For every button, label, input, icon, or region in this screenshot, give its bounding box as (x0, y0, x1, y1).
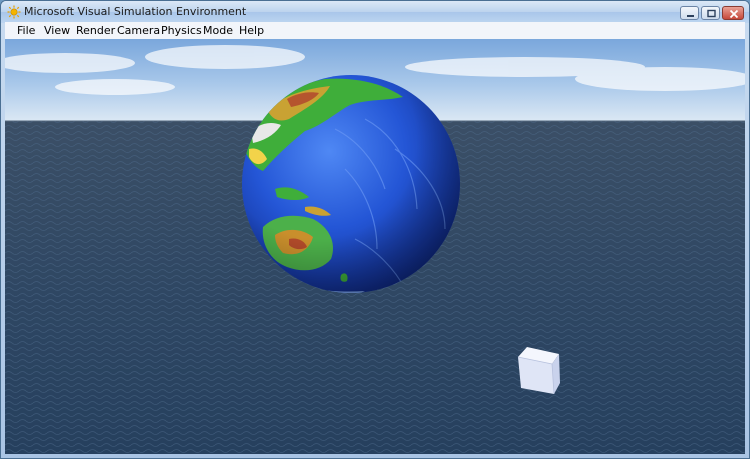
simulation-viewport[interactable] (5, 39, 745, 454)
menu-camera[interactable]: Camera (117, 24, 160, 37)
menu-render[interactable]: Render (76, 24, 115, 37)
minimize-button[interactable] (680, 6, 699, 20)
menu-mode[interactable]: Mode (203, 24, 233, 37)
close-button[interactable] (722, 6, 744, 20)
close-icon (729, 9, 739, 19)
title-bar[interactable]: Microsoft Visual Simulation Environment (1, 1, 749, 23)
menu-view[interactable]: View (44, 24, 70, 37)
app-sun-icon (7, 5, 21, 19)
menu-physics[interactable]: Physics (161, 24, 202, 37)
restore-icon (707, 9, 716, 18)
maximize-button[interactable] (701, 6, 720, 20)
cube-object[interactable] (517, 347, 560, 395)
menu-file[interactable]: File (17, 24, 35, 37)
window-title: Microsoft Visual Simulation Environment (24, 5, 247, 18)
minimize-icon (687, 15, 694, 17)
menu-bar: File View Render Camera Physics Mode Hel… (5, 22, 745, 40)
menu-help[interactable]: Help (239, 24, 264, 37)
app-window: Microsoft Visual Simulation Environment … (0, 0, 750, 459)
